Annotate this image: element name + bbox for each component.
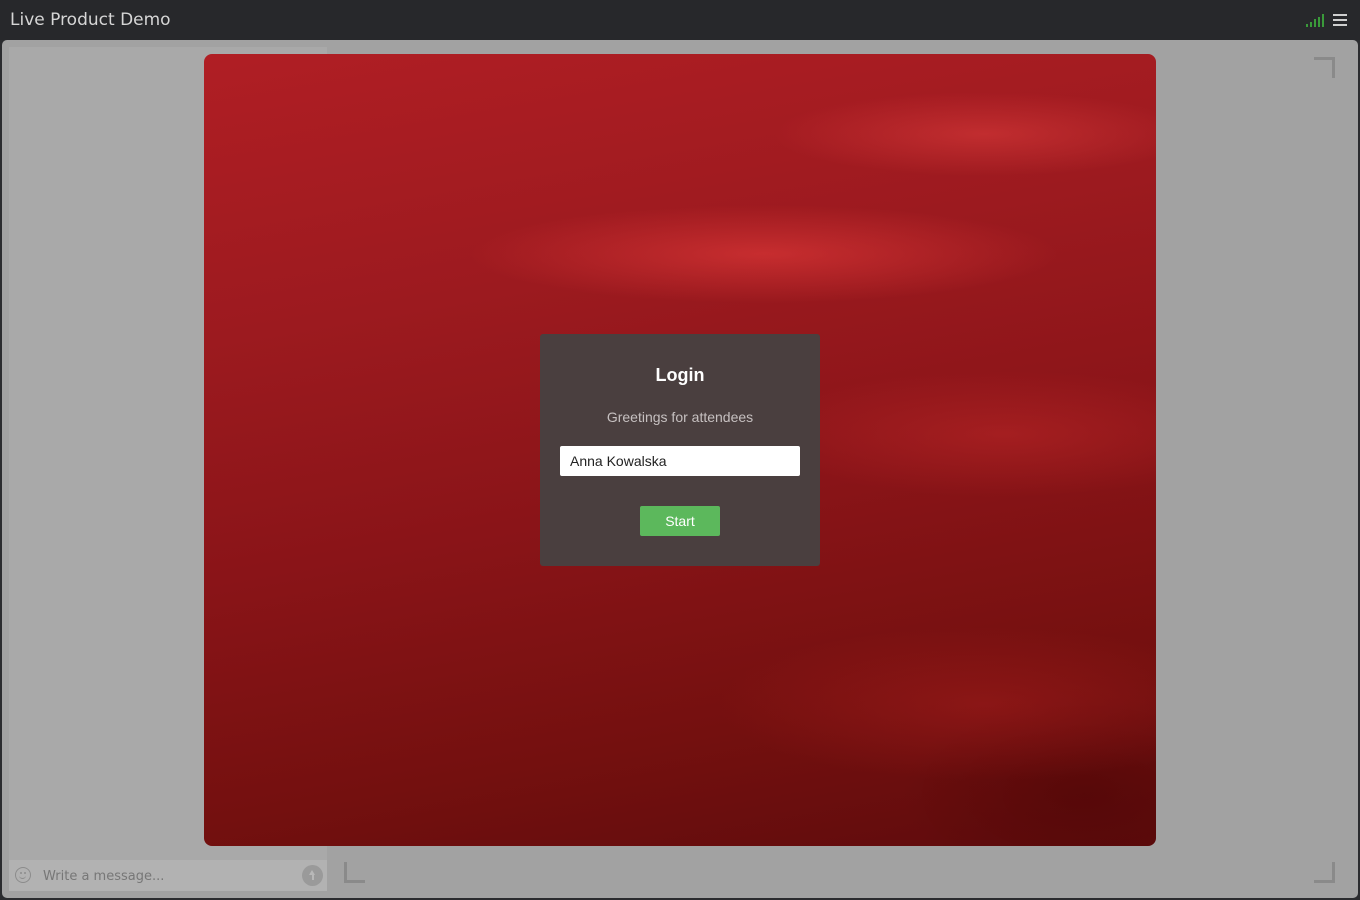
signal-strength-icon [1306,14,1324,27]
corner-bottom-right-marker [1314,862,1335,883]
top-bar: Live Product Demo [0,0,1360,40]
start-button[interactable]: Start [640,506,720,536]
chat-message-input[interactable] [43,865,293,887]
hamburger-menu-icon[interactable] [1333,14,1347,27]
app-title: Live Product Demo [10,10,171,30]
send-icon[interactable] [302,865,323,886]
presentation-stage: Login Greetings for attendees Start [2,40,1358,898]
login-subtitle: Greetings for attendees [606,409,754,425]
corner-bottom-left-marker [344,862,365,883]
corner-top-right-marker [1314,57,1335,78]
name-input[interactable] [560,446,800,476]
login-dialog: Login Greetings for attendees Start [540,334,820,566]
login-title: Login [655,365,705,385]
chat-input-bar [9,860,327,891]
smile-icon[interactable] [15,867,31,883]
video-area: Login Greetings for attendees Start [204,54,1156,846]
